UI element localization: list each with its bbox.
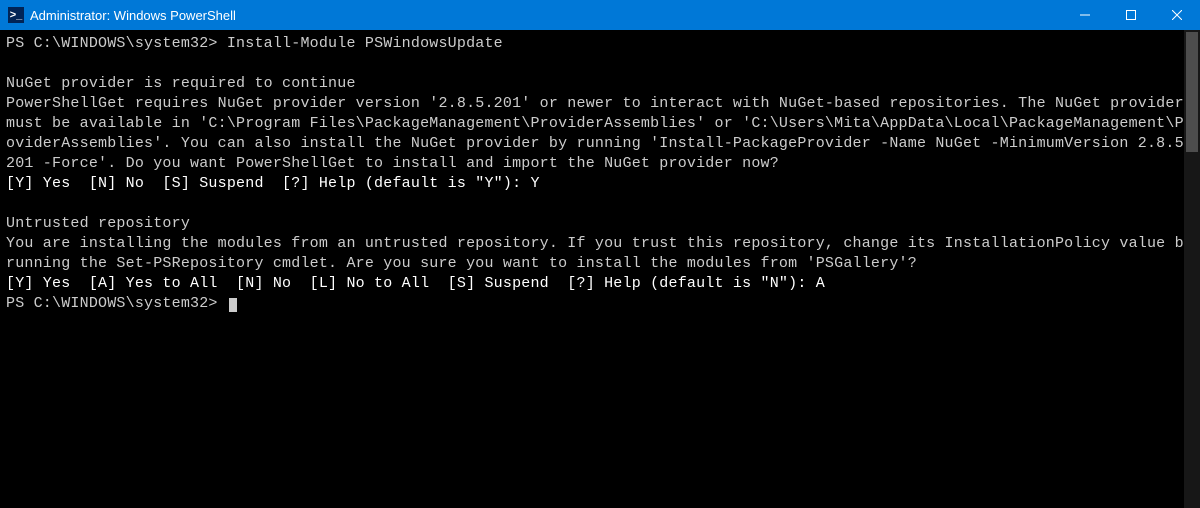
- minimize-button[interactable]: [1062, 0, 1108, 30]
- powershell-icon-glyph: >_: [10, 9, 23, 21]
- powershell-icon: >_: [8, 7, 24, 23]
- prompt-2: PS C:\WINDOWS\system32>: [6, 295, 227, 312]
- untrusted-body: You are installing the modules from an u…: [6, 235, 1200, 272]
- cursor: [229, 298, 237, 312]
- nuget-heading: NuGet provider is required to continue: [6, 75, 356, 92]
- prompt-1: PS C:\WINDOWS\system32>: [6, 35, 227, 52]
- close-button[interactable]: [1154, 0, 1200, 30]
- untrusted-heading: Untrusted repository: [6, 215, 190, 232]
- maximize-button[interactable]: [1108, 0, 1154, 30]
- choice-prompt-1: [Y] Yes [N] No [S] Suspend [?] Help (def…: [6, 175, 540, 192]
- choice-prompt-2: [Y] Yes [A] Yes to All [N] No [L] No to …: [6, 275, 825, 292]
- nuget-body: PowerShellGet requires NuGet provider ve…: [6, 95, 1193, 172]
- command-1: Install-Module PSWindowsUpdate: [227, 35, 503, 52]
- window-title: Administrator: Windows PowerShell: [30, 8, 1062, 23]
- terminal-output[interactable]: PS C:\WINDOWS\system32> Install-Module P…: [0, 30, 1200, 318]
- scrollbar-thumb[interactable]: [1186, 32, 1198, 152]
- vertical-scrollbar[interactable]: [1184, 30, 1200, 508]
- window-titlebar: >_ Administrator: Windows PowerShell: [0, 0, 1200, 30]
- window-controls: [1062, 0, 1200, 30]
